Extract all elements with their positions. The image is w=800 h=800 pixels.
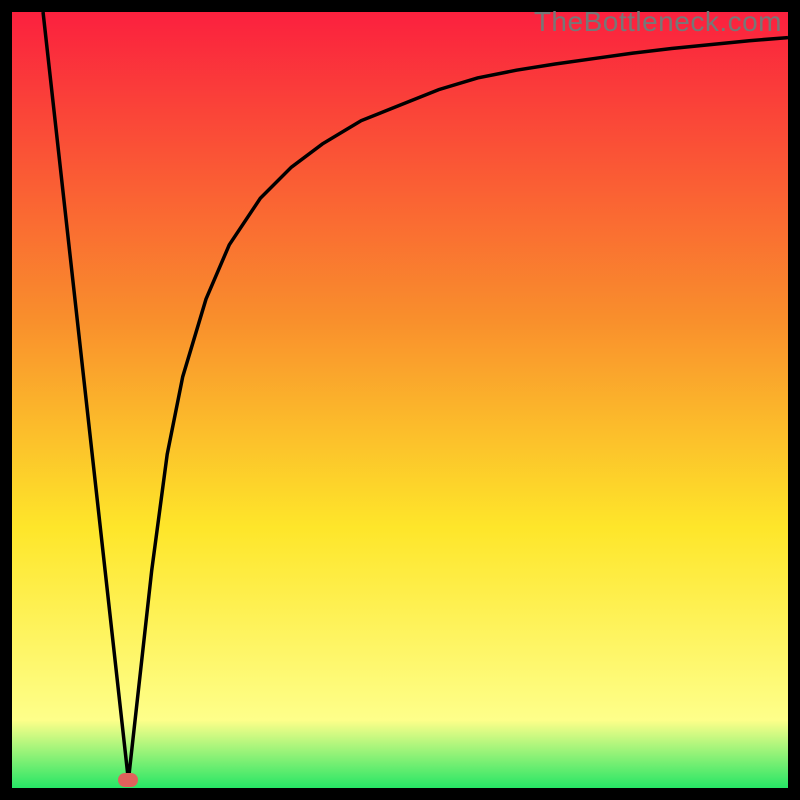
bottleneck-curve bbox=[12, 12, 788, 788]
curve-path bbox=[43, 12, 788, 780]
chart-container: TheBottleneck.com bbox=[0, 0, 800, 800]
optimum-marker bbox=[118, 773, 138, 787]
watermark-text: TheBottleneck.com bbox=[534, 6, 782, 38]
